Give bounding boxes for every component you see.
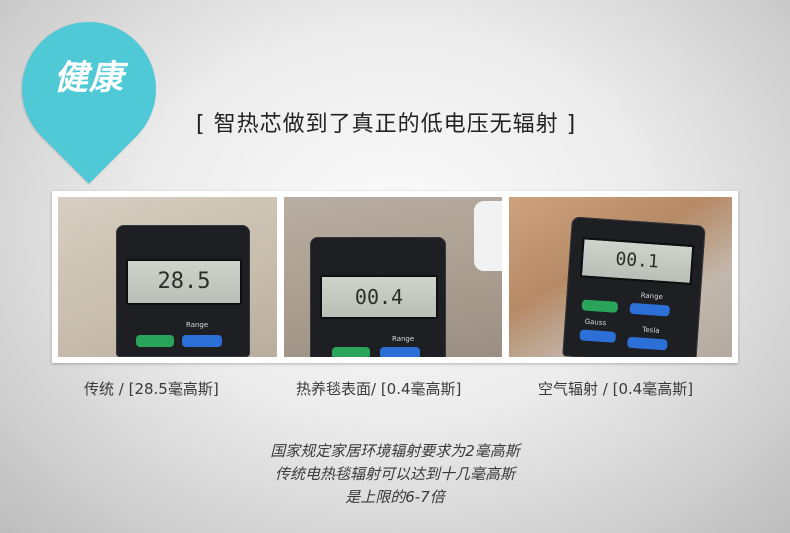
note-line-2: 传统电热毯辐射可以达到十几毫高斯 [274, 465, 515, 483]
tesla-label: Tesla [642, 325, 660, 335]
meter-reading: 28.5 [126, 259, 242, 305]
caption-blanket-surface: 热养毯表面/ [0.4毫高斯] [296, 380, 462, 398]
note-line-3: 是上限的6-7倍 [345, 488, 445, 506]
caption-air: 空气辐射 / [0.4毫高斯] [538, 380, 694, 398]
gaussmeter: 00.1 Range Gauss Tesla [562, 216, 706, 357]
photo-air: 00.1 Range Gauss Tesla [509, 197, 732, 357]
note-line-1: 国家规定家居环境辐射要求为2毫高斯 [270, 442, 520, 460]
device-background [474, 201, 502, 271]
gaussmeter: 28.5 Range [116, 225, 250, 357]
photo-frame: 28.5 Range 00.4 Range 00.1 Range Gauss T… [52, 191, 738, 363]
photo-blanket-surface: 00.4 Range [284, 197, 502, 357]
power-button [581, 299, 619, 313]
gauss-button [579, 329, 617, 343]
range-label: Range [186, 321, 209, 329]
range-label: Range [392, 335, 415, 343]
range-button [629, 302, 671, 317]
power-button [332, 347, 370, 357]
headline: [ 智热芯做到了真正的低电压无辐射 ] [196, 112, 577, 137]
badge-label: 健康 [54, 58, 124, 98]
photo-traditional: 28.5 Range [58, 197, 277, 357]
meter-reading: 00.1 [579, 237, 695, 286]
range-label: Range [640, 291, 664, 302]
power-button [136, 335, 174, 347]
gauss-label: Gauss [584, 317, 607, 328]
range-button [182, 335, 222, 347]
caption-traditional: 传统 / [28.5毫高斯] [84, 380, 219, 398]
gaussmeter: 00.4 Range [310, 237, 446, 357]
meter-reading: 00.4 [320, 275, 438, 319]
tesla-button [627, 336, 668, 351]
range-button [380, 347, 420, 357]
